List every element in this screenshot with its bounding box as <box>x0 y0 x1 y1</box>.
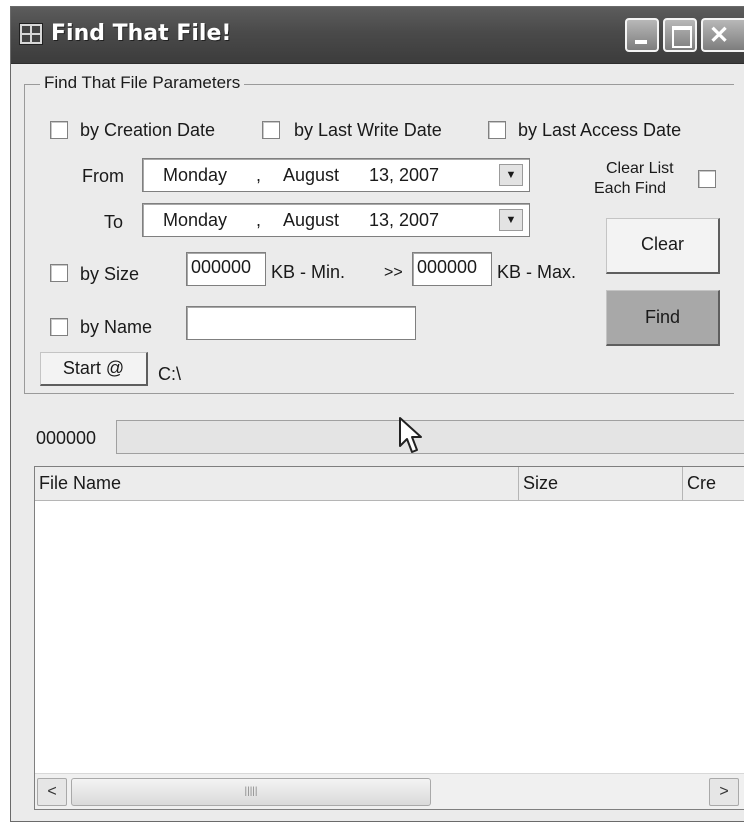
column-header-file-name[interactable]: File Name <box>35 467 519 501</box>
clear-list-label-line1: Clear List <box>606 160 674 177</box>
search-progress-bar <box>116 420 744 454</box>
close-button[interactable] <box>701 18 744 52</box>
creation-date-label: by Creation Date <box>80 120 216 140</box>
name-label: by Name <box>80 317 153 337</box>
maximize-button[interactable] <box>663 18 697 52</box>
to-label: To <box>104 212 124 232</box>
mouse-cursor-icon <box>399 417 422 453</box>
to-day-year: 13, 2007 <box>369 210 440 230</box>
clear-button-label: Clear <box>640 234 684 254</box>
horizontal-scrollbar[interactable]: < ||||| > <box>35 773 744 809</box>
to-weekday: Monday <box>163 210 228 230</box>
column-header-size[interactable]: Size <box>519 467 683 501</box>
clear-list-checkbox[interactable] <box>698 170 716 188</box>
title-bar[interactable]: Find That File! <box>11 7 744 64</box>
last-write-date-label: by Last Write Date <box>294 120 442 140</box>
app-window-icon <box>19 23 43 45</box>
from-weekday: Monday <box>163 165 228 185</box>
size-range-arrow: >> <box>384 264 403 281</box>
name-input[interactable] <box>186 306 416 340</box>
max-size-input[interactable]: 000000 <box>412 252 492 286</box>
chevron-down-icon[interactable]: ▼ <box>499 164 523 186</box>
results-listview[interactable]: File Name Size Cre < ||||| > <box>34 466 744 810</box>
clear-button[interactable]: Clear <box>606 218 720 274</box>
from-month: August <box>283 165 340 185</box>
scroll-thumb[interactable]: ||||| <box>71 778 431 806</box>
creation-date-checkbox[interactable] <box>50 121 68 139</box>
find-button[interactable]: Find <box>606 290 720 346</box>
from-label: From <box>82 166 124 186</box>
column-header-created[interactable]: Cre <box>683 467 744 501</box>
find-button-label: Find <box>644 307 680 327</box>
from-separator: , <box>256 165 262 185</box>
from-date-picker[interactable]: Monday , August 13, 2007 ▼ <box>142 158 530 192</box>
last-access-date-checkbox[interactable] <box>488 121 506 139</box>
size-checkbox[interactable] <box>50 264 68 282</box>
last-write-date-checkbox[interactable] <box>262 121 280 139</box>
window-title: Find That File! <box>51 21 232 46</box>
scroll-left-icon[interactable]: < <box>37 778 67 806</box>
scroll-right-icon[interactable]: > <box>709 778 739 806</box>
max-size-unit: KB - Max. <box>497 262 577 282</box>
chevron-down-icon[interactable]: ▼ <box>499 209 523 231</box>
to-month: August <box>283 210 340 230</box>
clear-list-label-line2: Each Find <box>594 180 667 197</box>
to-separator: , <box>256 210 262 230</box>
start-at-button[interactable]: Start @ <box>40 352 148 386</box>
from-day-year: 13, 2007 <box>369 165 440 185</box>
to-date-picker[interactable]: Monday , August 13, 2007 ▼ <box>142 203 530 237</box>
minimize-button[interactable] <box>625 18 659 52</box>
start-at-button-label: Start @ <box>62 358 125 378</box>
parameters-group-legend: Find That File Parameters <box>40 73 245 93</box>
name-checkbox[interactable] <box>50 318 68 336</box>
min-size-input[interactable]: 000000 <box>186 252 266 286</box>
last-access-date-label: by Last Access Date <box>518 120 682 140</box>
start-path: C:\ <box>158 364 182 384</box>
result-count: 000000 <box>36 428 97 448</box>
size-label: by Size <box>80 264 140 284</box>
min-size-unit: KB - Min. <box>271 262 346 282</box>
